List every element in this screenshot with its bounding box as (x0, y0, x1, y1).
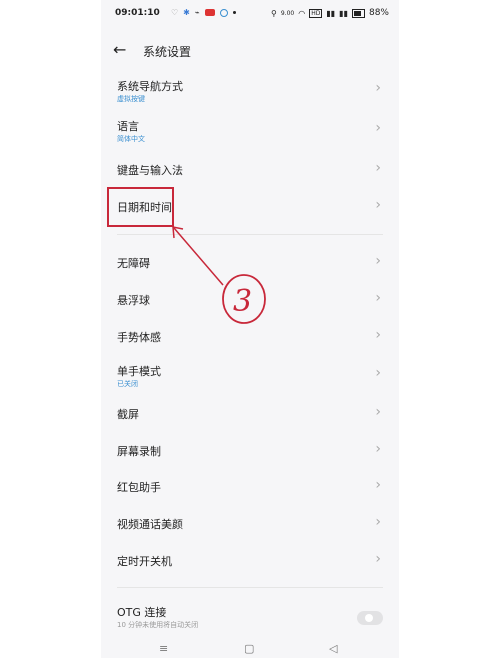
annotation-overlay: 3 (172, 226, 266, 324)
phone-screen: 09:01:10 ♡ ✱ ⌁ ⚲ 9.00 ◠ HD ▮▮ ▮▮ 88% ← 系… (101, 0, 399, 658)
annotation-arrow-line (173, 227, 224, 286)
annotation-number: 3 (233, 284, 252, 319)
